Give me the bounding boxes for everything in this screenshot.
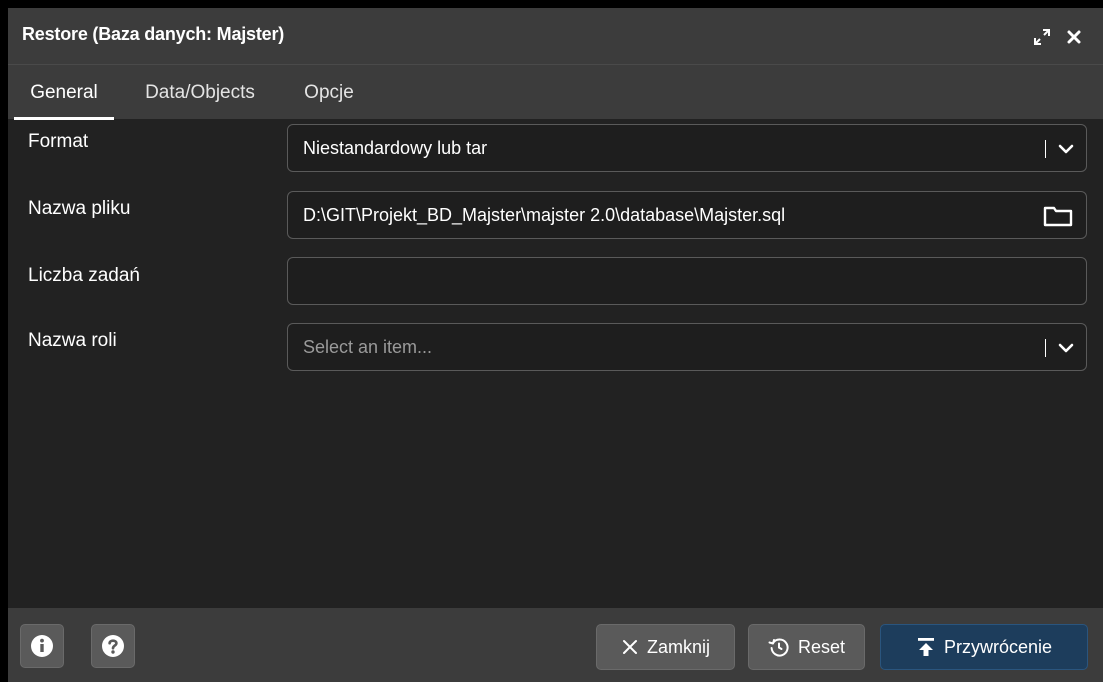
tab-bar: General Data/Objects Opcje (8, 64, 1103, 120)
jobs-input[interactable] (287, 257, 1087, 305)
maximize-icon[interactable] (1032, 27, 1052, 47)
role-select-placeholder: Select an item... (303, 337, 433, 357)
format-select-value: Niestandardowy lub tar (303, 138, 488, 158)
filename-value: D:\GIT\Projekt_BD_Majster\majster 2.0\da… (303, 205, 786, 225)
tab-options[interactable]: Opcje (294, 65, 364, 117)
role-select[interactable]: Select an item... (287, 323, 1087, 371)
dialog-titlebar[interactable]: Restore (Baza danych: Majster) (8, 8, 1103, 64)
role-label: Nazwa roli (28, 330, 117, 351)
filename-label: Nazwa pliku (28, 198, 131, 219)
close-icon (622, 640, 637, 654)
restore-button-label: Przywrócenie (943, 636, 1053, 657)
tab-data-objects[interactable]: Data/Objects (128, 65, 272, 117)
info-icon (31, 635, 53, 657)
close-button[interactable]: Zamknij (596, 624, 735, 670)
close-button-label: Zamknij (646, 636, 710, 657)
chevron-down-icon[interactable] (1057, 340, 1075, 356)
tab-general[interactable]: General (14, 65, 114, 120)
chevron-down-icon[interactable] (1057, 141, 1075, 157)
select-separator (1045, 140, 1046, 158)
upload-icon (917, 638, 934, 656)
format-select[interactable]: Niestandardowy lub tar (287, 124, 1087, 172)
help-icon (102, 635, 124, 657)
reset-button[interactable]: Reset (748, 624, 865, 670)
reset-icon (768, 638, 789, 657)
select-separator (1045, 339, 1046, 357)
jobs-label: Liczba zadań (28, 265, 140, 286)
filename-input[interactable]: D:\GIT\Projekt_BD_Majster\majster 2.0\da… (287, 191, 1087, 239)
format-label: Format (28, 131, 89, 152)
restore-button[interactable]: Przywrócenie (880, 624, 1088, 670)
info-button[interactable] (20, 624, 64, 668)
dialog-footer: Zamknij Reset Przywrócenie (8, 608, 1103, 682)
help-button[interactable] (91, 624, 135, 668)
restore-dialog: Restore (Baza danych: Majster) General D… (8, 8, 1103, 682)
folder-icon[interactable] (1043, 205, 1073, 227)
dialog-title: Restore (Baza danych: Majster) (22, 24, 285, 44)
close-icon[interactable] (1064, 27, 1084, 47)
reset-button-label: Reset (797, 636, 846, 657)
